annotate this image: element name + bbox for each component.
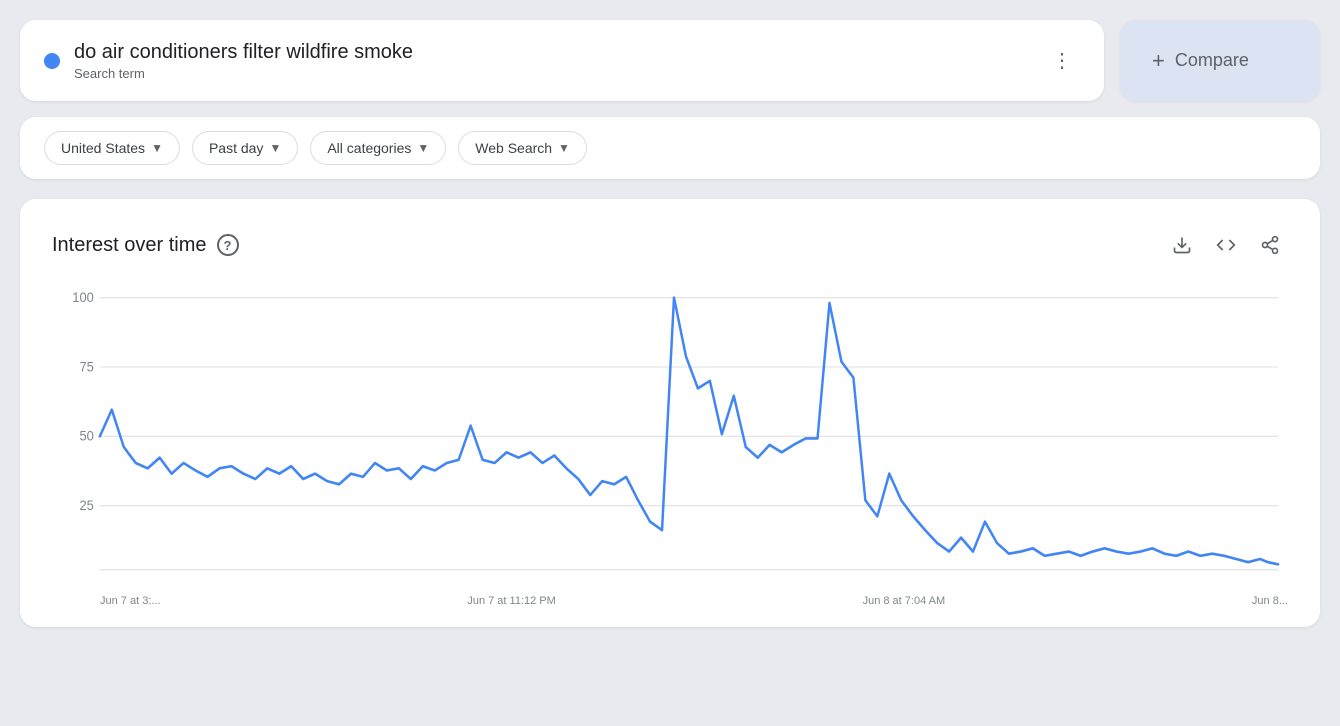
- svg-text:75: 75: [79, 359, 93, 374]
- search-term-label: Search term: [74, 66, 413, 81]
- search-term-title: do air conditioners filter wildfire smok…: [74, 41, 413, 64]
- search-term-menu-button[interactable]: ⋮: [1044, 40, 1080, 81]
- compare-card[interactable]: + Compare: [1120, 20, 1320, 101]
- chart-actions: [1164, 227, 1288, 263]
- time-chevron-icon: ▼: [269, 141, 281, 155]
- search-type-chevron-icon: ▼: [558, 141, 570, 155]
- time-filter[interactable]: Past day ▼: [192, 131, 298, 165]
- compare-label: Compare: [1175, 50, 1249, 71]
- chart-area: 100 75 50 25 Jun 7 at 3:... Jun 7 at 11:…: [52, 287, 1288, 607]
- help-icon[interactable]: ?: [217, 234, 239, 256]
- x-label-1: Jun 7 at 3:...: [100, 595, 161, 607]
- search-type-filter-label: Web Search: [475, 140, 552, 156]
- search-term-left: do air conditioners filter wildfire smok…: [44, 41, 413, 81]
- share-button[interactable]: [1252, 227, 1288, 263]
- x-label-3: Jun 8 at 7:04 AM: [863, 595, 946, 607]
- region-filter[interactable]: United States ▼: [44, 131, 180, 165]
- x-label-4: Jun 8...: [1252, 595, 1288, 607]
- svg-text:100: 100: [72, 290, 94, 305]
- search-term-dot: [44, 53, 60, 69]
- x-axis-labels: Jun 7 at 3:... Jun 7 at 11:12 PM Jun 8 a…: [100, 595, 1288, 607]
- chart-title-area: Interest over time ?: [52, 234, 239, 257]
- embed-button[interactable]: [1208, 227, 1244, 263]
- embed-icon: [1216, 235, 1236, 255]
- time-filter-label: Past day: [209, 140, 263, 156]
- svg-text:25: 25: [79, 498, 93, 513]
- compare-plus-icon: +: [1152, 48, 1165, 74]
- region-chevron-icon: ▼: [151, 141, 163, 155]
- svg-text:50: 50: [79, 428, 93, 443]
- x-label-2: Jun 7 at 11:12 PM: [467, 595, 555, 607]
- category-chevron-icon: ▼: [417, 141, 429, 155]
- interest-over-time-card: Interest over time ?: [20, 199, 1320, 627]
- region-filter-label: United States: [61, 140, 145, 156]
- category-filter-label: All categories: [327, 140, 411, 156]
- search-term-info: do air conditioners filter wildfire smok…: [74, 41, 413, 81]
- search-type-filter[interactable]: Web Search ▼: [458, 131, 587, 165]
- download-button[interactable]: [1164, 227, 1200, 263]
- share-icon: [1260, 235, 1280, 255]
- category-filter[interactable]: All categories ▼: [310, 131, 446, 165]
- chart-title: Interest over time: [52, 234, 207, 257]
- download-icon: [1172, 235, 1192, 255]
- search-term-card: do air conditioners filter wildfire smok…: [20, 20, 1104, 101]
- chart-svg: 100 75 50 25: [52, 287, 1288, 607]
- chart-header: Interest over time ?: [52, 227, 1288, 263]
- filters-row: United States ▼ Past day ▼ All categorie…: [20, 117, 1320, 179]
